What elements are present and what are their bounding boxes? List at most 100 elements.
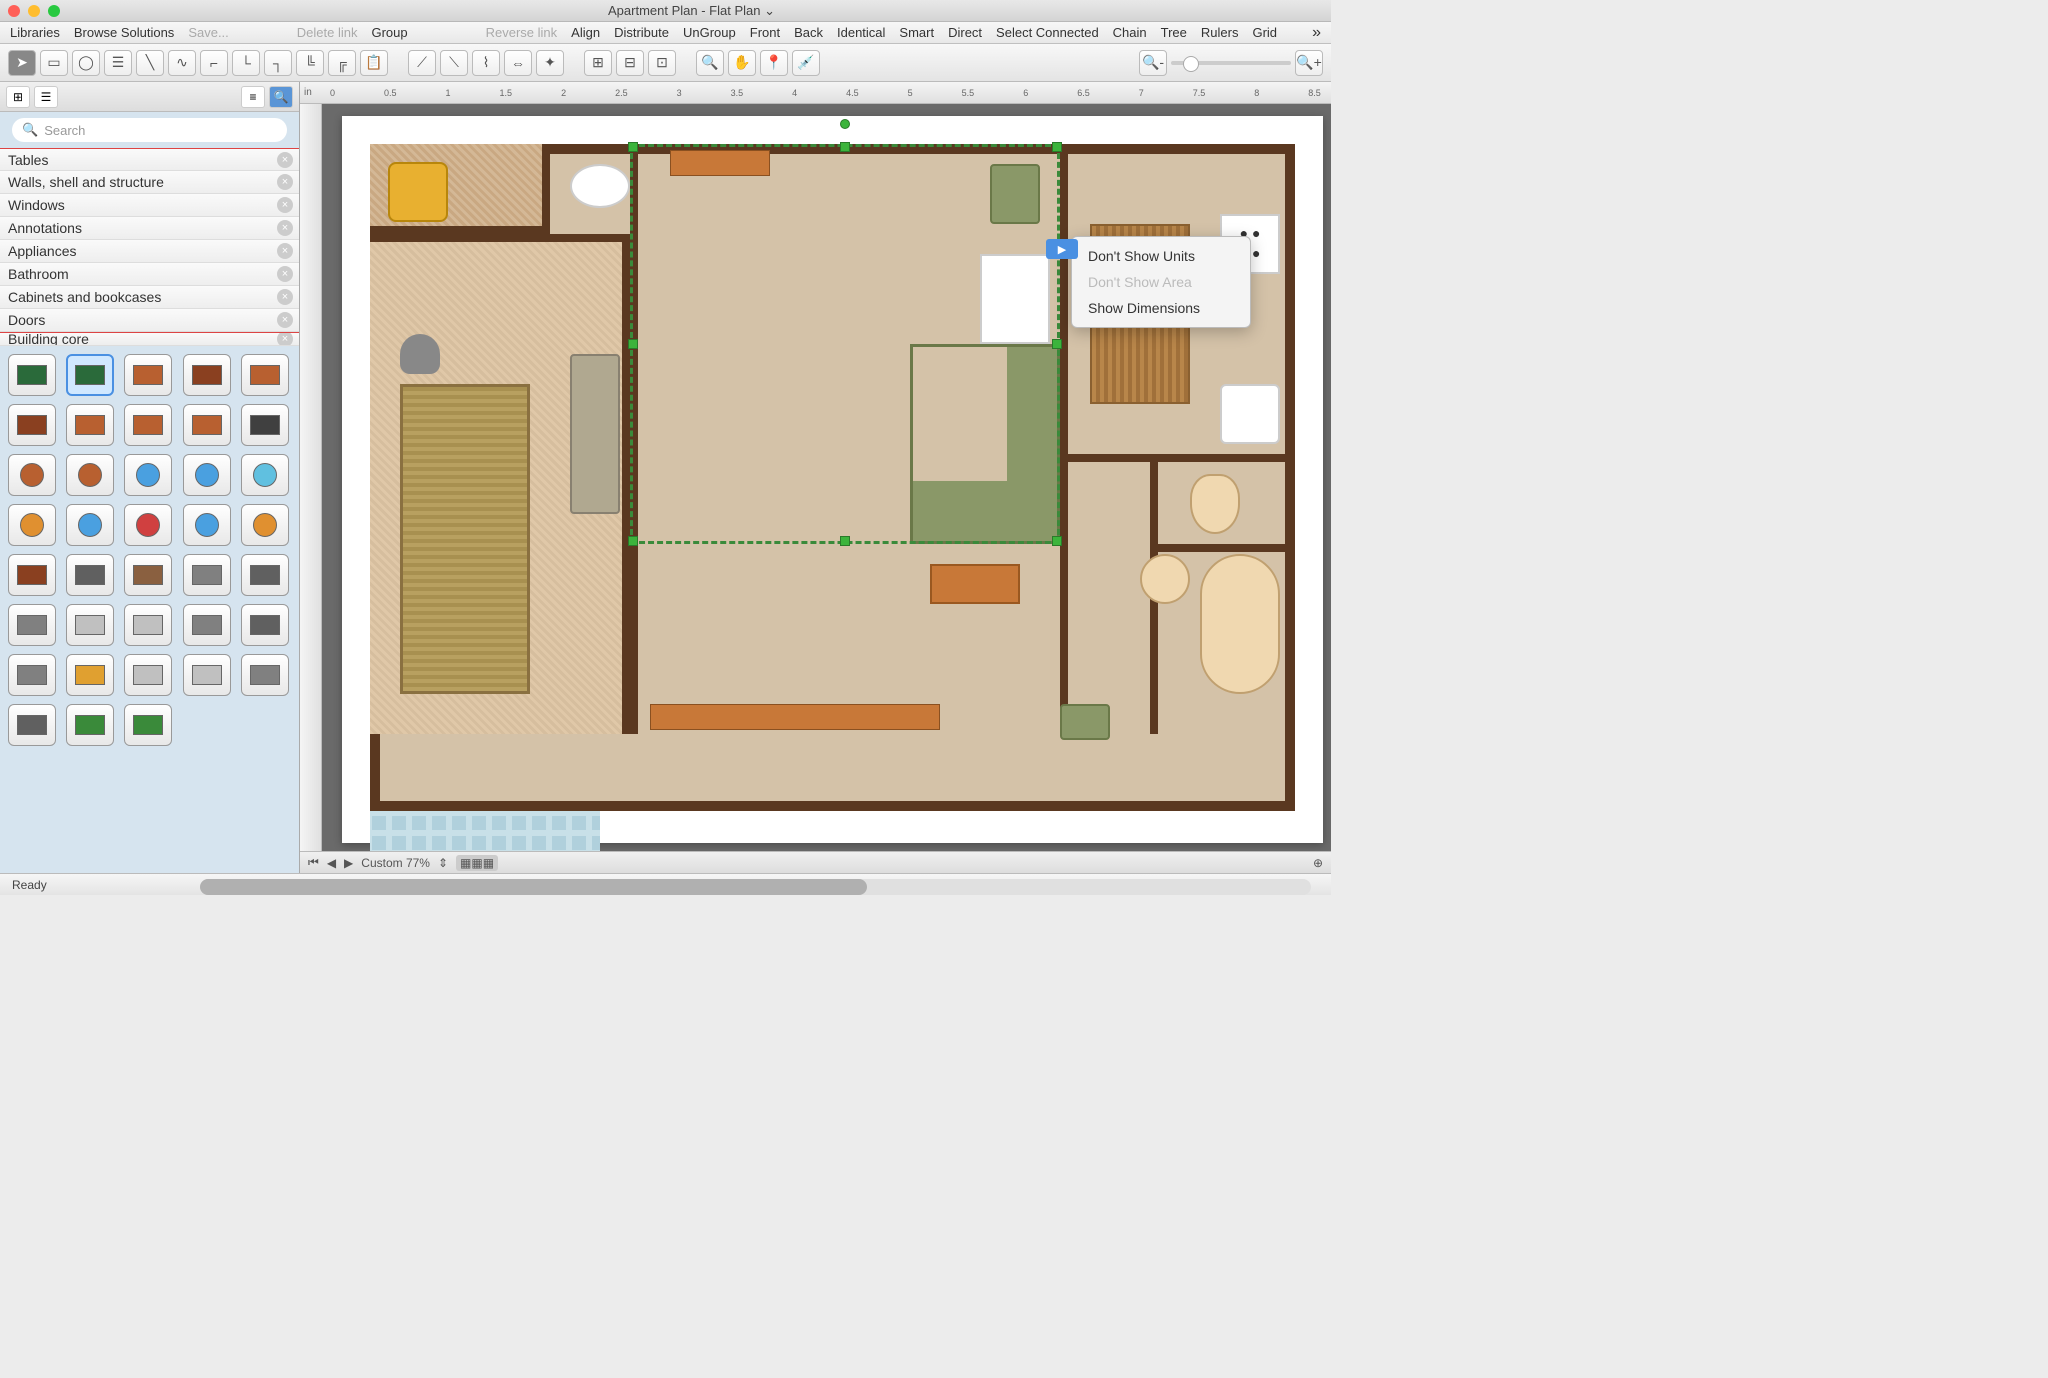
tool-pointer[interactable]: ➤ (8, 50, 36, 76)
menu-align[interactable]: Align (571, 25, 600, 40)
palette-shape[interactable] (241, 354, 289, 396)
tool-rect[interactable]: ▭ (40, 50, 68, 76)
tool-spline-1[interactable]: ⟋ (408, 50, 436, 76)
zoom-stepper-icon[interactable]: ⇕ (438, 856, 448, 870)
furniture-sofa-l-shape[interactable] (910, 344, 1060, 544)
tool-connector-2[interactable]: └ (232, 50, 260, 76)
tool-pan[interactable]: ✋ (728, 50, 756, 76)
furniture-sink-round[interactable] (570, 164, 630, 208)
palette-shape[interactable] (8, 604, 56, 646)
furniture-toilet[interactable] (1190, 474, 1240, 534)
tool-spline-2[interactable]: ⟍ (440, 50, 468, 76)
palette-shape[interactable] (8, 504, 56, 546)
search-input[interactable]: 🔍 Search (12, 118, 287, 142)
palette-shape[interactable] (66, 454, 114, 496)
palette-shape[interactable] (8, 654, 56, 696)
view-panels-icon[interactable]: ⊞ (6, 86, 30, 108)
menu-group[interactable]: Group (371, 25, 407, 40)
category-cabinets[interactable]: Cabinets and bookcases× (0, 286, 299, 309)
palette-shape[interactable] (124, 354, 172, 396)
wall-horizontal-2[interactable] (1150, 544, 1290, 552)
tool-group[interactable]: ⊞ (584, 50, 612, 76)
palette-shape[interactable] (66, 354, 114, 396)
menu-delete-link[interactable]: Delete link (297, 25, 358, 40)
palette-shape[interactable] (241, 504, 289, 546)
palette-shape[interactable] (8, 404, 56, 446)
page-add-icon[interactable]: ⊕ (1313, 856, 1323, 870)
wall-vertical-1[interactable] (630, 144, 638, 734)
view-search-icon[interactable]: 🔍 (269, 86, 293, 108)
page-nav-prev[interactable]: ◀ (327, 856, 336, 870)
palette-shape[interactable] (66, 704, 114, 746)
menu-grid[interactable]: Grid (1252, 25, 1277, 40)
zoom-slider[interactable] (1171, 61, 1291, 65)
tool-spline-3[interactable]: ⌇ (472, 50, 500, 76)
category-windows[interactable]: Windows× (0, 194, 299, 217)
furniture-cabinet-bottom[interactable] (650, 704, 940, 730)
palette-shape[interactable] (66, 654, 114, 696)
palette-shape[interactable] (8, 704, 56, 746)
palette-shape[interactable] (183, 454, 231, 496)
furniture-cabinet-top[interactable] (670, 150, 770, 176)
category-building-core[interactable]: Building core× (0, 332, 299, 346)
ctx-dont-show-units[interactable]: Don't Show Units (1072, 243, 1250, 269)
palette-shape[interactable] (241, 404, 289, 446)
tool-ungroup[interactable]: ⊟ (616, 50, 644, 76)
palette-shape[interactable] (241, 604, 289, 646)
furniture-fridge[interactable] (980, 254, 1050, 344)
horizontal-scrollbar[interactable] (200, 879, 1311, 895)
palette-shape[interactable] (8, 354, 56, 396)
tool-arrange[interactable]: ⊡ (648, 50, 676, 76)
rotation-handle[interactable] (840, 119, 850, 129)
close-button[interactable] (8, 5, 20, 17)
close-icon[interactable]: × (277, 152, 293, 168)
palette-shape[interactable] (183, 554, 231, 596)
close-icon[interactable]: × (277, 266, 293, 282)
furniture-rug[interactable] (400, 384, 530, 694)
tool-connector-3[interactable]: ┐ (264, 50, 292, 76)
menu-front[interactable]: Front (750, 25, 780, 40)
furniture-office-chair[interactable] (400, 334, 440, 374)
close-icon[interactable]: × (277, 220, 293, 236)
menu-overflow[interactable]: » (1312, 24, 1321, 42)
tool-curve[interactable]: ∿ (168, 50, 196, 76)
tool-connector-4[interactable]: ╚ (296, 50, 324, 76)
palette-shape[interactable] (241, 554, 289, 596)
menu-browse-solutions[interactable]: Browse Solutions (74, 25, 174, 40)
palette-shape[interactable] (8, 454, 56, 496)
tool-clipboard[interactable]: 📋 (360, 50, 388, 76)
palette-shape[interactable] (66, 554, 114, 596)
furniture-bathroom-sink[interactable] (1140, 554, 1190, 604)
furniture-bathtub[interactable] (1200, 554, 1280, 694)
furniture-coffee-table[interactable] (930, 564, 1020, 604)
category-annotations[interactable]: Annotations× (0, 217, 299, 240)
palette-shape[interactable] (8, 554, 56, 596)
close-icon[interactable]: × (277, 332, 293, 346)
menu-smart[interactable]: Smart (899, 25, 934, 40)
palette-shape[interactable] (124, 604, 172, 646)
close-icon[interactable]: × (277, 243, 293, 259)
palette-shape[interactable] (124, 504, 172, 546)
palette-shape[interactable] (66, 604, 114, 646)
menu-rulers[interactable]: Rulers (1201, 25, 1239, 40)
palette-shape[interactable] (124, 404, 172, 446)
menu-distribute[interactable]: Distribute (614, 25, 669, 40)
palette-shape[interactable] (183, 404, 231, 446)
ctx-show-dimensions[interactable]: Show Dimensions (1072, 295, 1250, 321)
category-doors[interactable]: Doors× (0, 309, 299, 332)
tool-distribute-v[interactable]: ✦ (536, 50, 564, 76)
close-icon[interactable]: × (277, 174, 293, 190)
wall-horizontal-3[interactable] (370, 234, 630, 242)
palette-shape[interactable] (124, 554, 172, 596)
view-list-icon[interactable]: ≡ (241, 86, 265, 108)
tool-eyedropper[interactable]: 💉 (792, 50, 820, 76)
tool-line[interactable]: ╲ (136, 50, 164, 76)
close-icon[interactable]: × (277, 289, 293, 305)
palette-shape[interactable] (124, 454, 172, 496)
menu-chain[interactable]: Chain (1113, 25, 1147, 40)
palette-shape[interactable] (183, 654, 231, 696)
page-nav-first[interactable]: ⏮ (308, 855, 319, 870)
menu-reverse-link[interactable]: Reverse link (486, 25, 558, 40)
palette-shape[interactable] (183, 354, 231, 396)
drawing-canvas[interactable]: ▶ Don't Show Units Don't Show Area Show … (322, 104, 1331, 851)
